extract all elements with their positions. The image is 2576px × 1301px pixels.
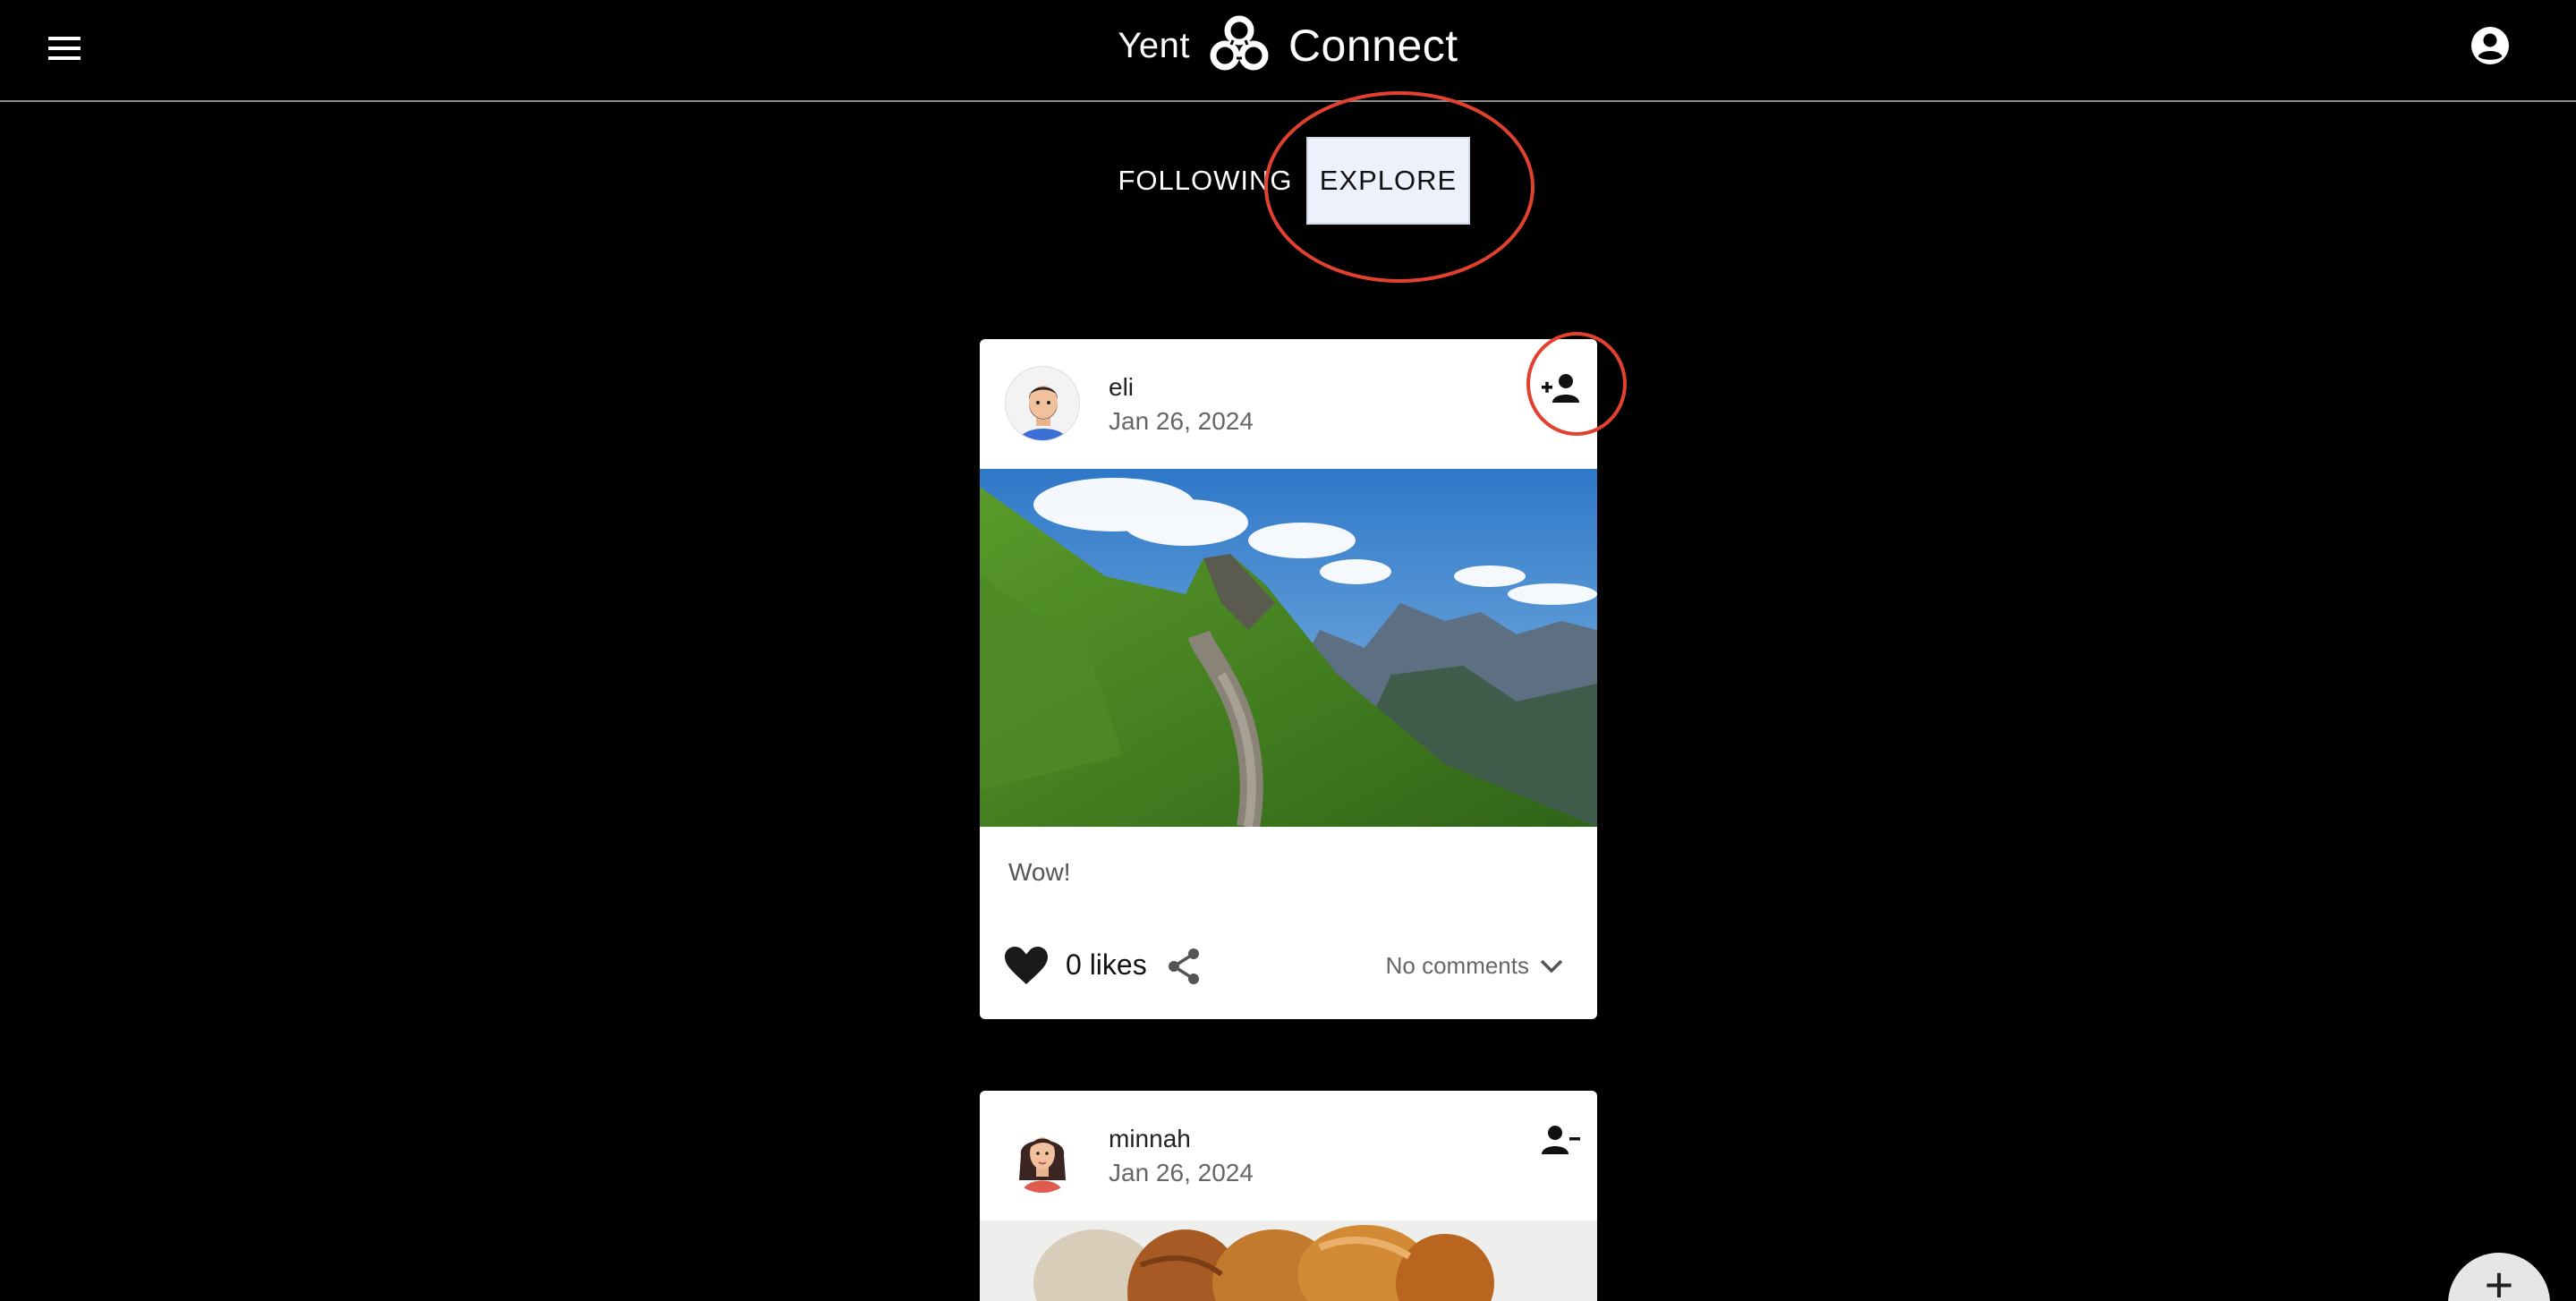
avatar[interactable] [1005,366,1080,441]
post-caption: Wow! [1008,858,1071,886]
post-username[interactable]: eli [1109,373,1134,402]
account-circle-icon[interactable] [2470,25,2511,66]
brand-right-text: Connect [1288,21,1458,71]
person-add-icon[interactable] [1538,366,1583,411]
feed-tabs: FOLLOWING EXPLORE [0,137,2576,225]
post-image[interactable] [980,1220,1597,1301]
share-icon[interactable] [1164,947,1203,986]
chevron-down-icon [1540,959,1563,973]
post-date: Jan 26, 2024 [1109,1159,1254,1186]
app-root: Yent Connect FOLLOWING EXPLORE eli Jan 2… [0,0,2576,1301]
likes-count: 0 likes [1066,948,1147,981]
post-username[interactable]: minnah [1109,1125,1191,1153]
post-image[interactable] [980,469,1597,827]
comments-label: No comments [1385,952,1529,979]
add-post-button[interactable]: + [2448,1253,2550,1301]
post-header: eli Jan 26, 2024 [980,339,1597,469]
post-date: Jan 26, 2024 [1109,407,1254,435]
comments-toggle[interactable]: No comments [1386,952,1563,980]
person-remove-icon[interactable] [1538,1118,1583,1162]
brand-left-text: Yent [1118,25,1190,65]
heart-icon[interactable] [1005,947,1048,986]
post-header: minnah Jan 26, 2024 [980,1091,1597,1220]
brand-logo[interactable]: Yent Connect [0,13,2576,79]
tab-following[interactable]: FOLLOWING [1118,137,1292,225]
post-actions: 0 likes No comments [980,934,1597,997]
avatar[interactable] [1005,1118,1080,1193]
brand-knot-icon [1210,15,1269,71]
top-bar: Yent Connect [0,0,2576,102]
post-card: eli Jan 26, 2024 Wow! 0 likes No comment… [980,339,1597,1019]
tab-explore[interactable]: EXPLORE [1306,137,1470,225]
add-post-label: + [2484,1256,2514,1301]
post-card: minnah Jan 26, 2024 [980,1091,1597,1301]
